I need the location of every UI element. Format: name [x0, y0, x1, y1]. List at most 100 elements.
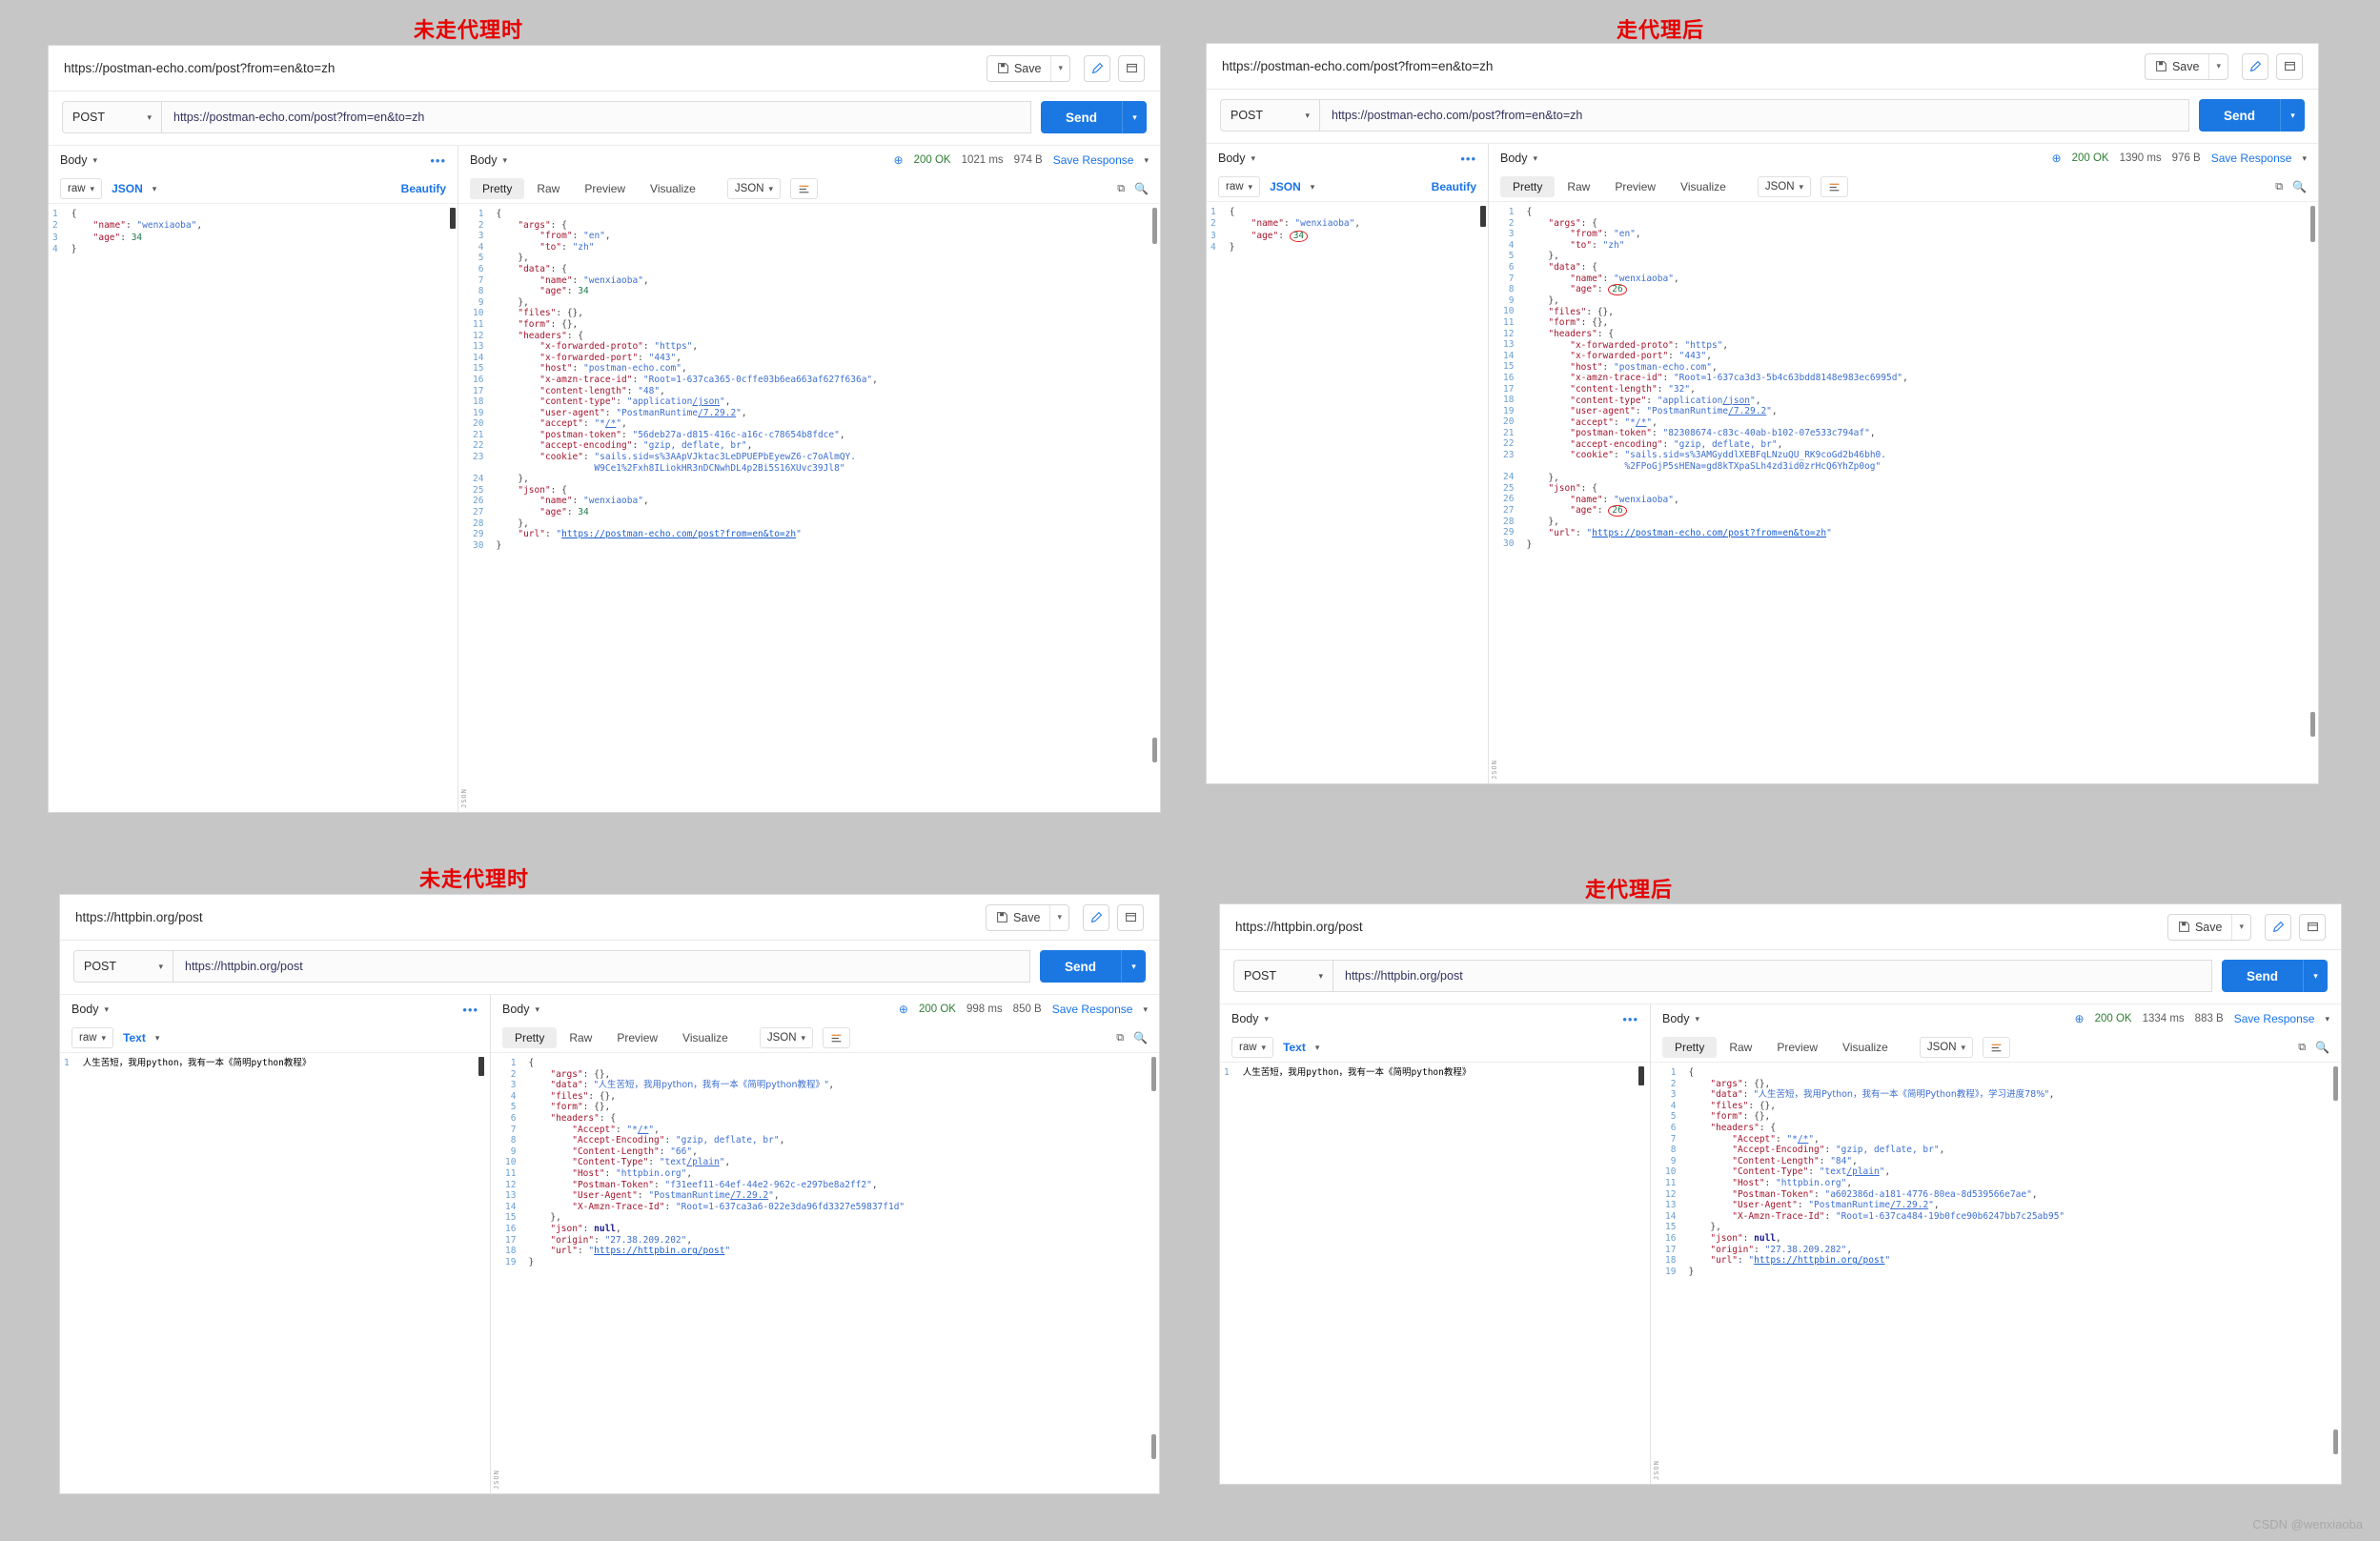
- body-format-select[interactable]: Text: [1283, 1041, 1306, 1054]
- tab-raw[interactable]: Raw: [1717, 1037, 1764, 1058]
- window-button[interactable]: [1118, 54, 1145, 82]
- tab-preview[interactable]: Preview: [1602, 176, 1668, 197]
- tab-pretty[interactable]: Pretty: [502, 1027, 558, 1048]
- body-format-select[interactable]: Text: [123, 1031, 146, 1044]
- send-dropdown-caret[interactable]: ▾: [2303, 960, 2328, 992]
- chevron-down-icon[interactable]: ▾: [536, 1004, 540, 1015]
- request-body-code[interactable]: 人生苦短，我用python，我有一本《简明python教程》: [75, 1053, 490, 1493]
- response-body-code[interactable]: { "args": { "from": "en", "to": "zh" }, …: [1520, 202, 2318, 783]
- request-body-tab[interactable]: Body: [71, 1003, 99, 1016]
- save-dropdown-caret[interactable]: ▾: [2209, 54, 2227, 79]
- send-button[interactable]: Send: [2221, 960, 2303, 992]
- chevron-down-icon[interactable]: ▾: [2325, 1014, 2329, 1024]
- ellipsis-icon[interactable]: •••: [1622, 1012, 1638, 1026]
- http-method-select[interactable]: POST ▾: [1233, 960, 1332, 992]
- save-button-group[interactable]: Save ▾: [985, 903, 1069, 931]
- response-body-code[interactable]: { "args": {}, "data": "人生苦短，我用python，我有一…: [522, 1053, 1159, 1493]
- response-scrollbar[interactable]: [2333, 1066, 2338, 1101]
- tab-preview[interactable]: Preview: [604, 1027, 670, 1048]
- chevron-down-icon[interactable]: ▾: [1143, 1004, 1148, 1015]
- chevron-down-icon[interactable]: ▾: [1315, 1043, 1320, 1053]
- http-method-select[interactable]: POST ▾: [1220, 99, 1319, 132]
- send-dropdown-caret[interactable]: ▾: [2280, 99, 2305, 132]
- request-body-tab[interactable]: Body: [60, 153, 88, 167]
- response-code-area[interactable]: JSON 1 2 3 4 5 6 7 8 9 10 11 12 13 14 15 16 17 18 19 20 21 22…: [458, 203, 1160, 812]
- save-button[interactable]: Save: [2146, 53, 2210, 79]
- save-response-button[interactable]: Save Response: [1053, 153, 1134, 167]
- response-body-code[interactable]: { "args": { "from": "en", "to": "zh" }, …: [490, 204, 1160, 812]
- request-body-tab[interactable]: Body: [1231, 1012, 1259, 1025]
- response-code-area[interactable]: JSON 1 2 3 4 5 6 7 8 9 10 11 12 13 14 15 16 17 18 19 { "ar…: [1651, 1062, 2341, 1484]
- ellipsis-icon[interactable]: •••: [462, 1003, 478, 1017]
- window-button[interactable]: [1117, 903, 1144, 931]
- tab-raw[interactable]: Raw: [557, 1027, 604, 1048]
- request-body-code[interactable]: { "name": "wenxiaoba", "age": 34 }: [64, 204, 458, 812]
- copy-button[interactable]: ⧉: [1116, 1032, 1124, 1044]
- pencil-button[interactable]: [1083, 903, 1109, 931]
- copy-button[interactable]: ⧉: [2275, 181, 2283, 193]
- url-input[interactable]: https://httpbin.org/post: [173, 950, 1030, 983]
- save-dropdown-caret[interactable]: ▾: [2232, 915, 2250, 940]
- save-button[interactable]: Save: [987, 904, 1051, 930]
- request-body-code[interactable]: { "name": "wenxiaoba", "age": 34 }: [1222, 202, 1488, 783]
- copy-button[interactable]: ⧉: [1117, 183, 1125, 195]
- save-dropdown-caret[interactable]: ▾: [1051, 56, 1069, 81]
- response-body-tab[interactable]: Body: [1662, 1012, 1690, 1025]
- tab-visualize[interactable]: Visualize: [1668, 176, 1739, 197]
- response-scrollbar-thumb[interactable]: [2333, 1429, 2338, 1454]
- save-button-group[interactable]: Save ▾: [986, 54, 1070, 82]
- chevron-down-icon[interactable]: ▾: [503, 155, 508, 166]
- raw-select[interactable]: raw ▾: [71, 1027, 114, 1048]
- wrap-lines-button[interactable]: [823, 1027, 851, 1048]
- request-editor[interactable]: 1234 { "name": "wenxiaoba", "age": 34 }: [1207, 201, 1488, 783]
- send-dropdown-caret[interactable]: ▾: [1122, 101, 1147, 133]
- tab-visualize[interactable]: Visualize: [1830, 1037, 1901, 1058]
- search-button[interactable]: 🔍: [1134, 182, 1149, 195]
- beautify-button[interactable]: Beautify: [401, 182, 446, 195]
- send-button[interactable]: Send: [1040, 101, 1122, 133]
- response-code-area[interactable]: JSON 1 2 3 4 5 6 7 8 9 10 11 12 13 14 15 16 17 18 19 { "ar…: [491, 1052, 1159, 1493]
- request-scrollbar[interactable]: [478, 1057, 484, 1076]
- response-scrollbar[interactable]: [2310, 206, 2315, 242]
- save-response-button[interactable]: Save Response: [1052, 1003, 1133, 1016]
- save-response-button[interactable]: Save Response: [2234, 1012, 2315, 1025]
- request-editor[interactable]: 1234 { "name": "wenxiaoba", "age": 34 }: [49, 203, 458, 812]
- chevron-down-icon[interactable]: ▾: [1251, 153, 1256, 164]
- chevron-down-icon[interactable]: ▾: [105, 1004, 110, 1015]
- wrap-lines-button[interactable]: [1821, 176, 1849, 197]
- response-format-select[interactable]: JSON ▾: [1757, 176, 1812, 197]
- send-button[interactable]: Send: [2198, 99, 2280, 132]
- chevron-down-icon[interactable]: ▾: [1144, 155, 1149, 166]
- response-scrollbar-thumb[interactable]: [2310, 712, 2315, 737]
- window-button[interactable]: [2299, 913, 2326, 941]
- chevron-down-icon[interactable]: ▾: [155, 1033, 160, 1044]
- tab-pretty[interactable]: Pretty: [1662, 1037, 1718, 1058]
- chevron-down-icon[interactable]: ▾: [1696, 1014, 1700, 1024]
- ellipsis-icon[interactable]: •••: [1460, 152, 1476, 166]
- url-input[interactable]: https://postman-echo.com/post?from=en&to…: [1319, 99, 2189, 132]
- save-dropdown-caret[interactable]: ▾: [1050, 905, 1068, 930]
- url-input[interactable]: https://postman-echo.com/post?from=en&to…: [161, 101, 1031, 133]
- response-format-select[interactable]: JSON ▾: [759, 1027, 814, 1048]
- response-body-tab[interactable]: Body: [470, 153, 498, 167]
- raw-select[interactable]: raw ▾: [1231, 1037, 1274, 1058]
- request-editor[interactable]: 1 人生苦短，我用python，我有一本《简明python教程》: [1220, 1062, 1650, 1484]
- body-format-select[interactable]: JSON: [112, 182, 143, 195]
- request-editor[interactable]: 1 人生苦短，我用python，我有一本《简明python教程》: [60, 1052, 490, 1493]
- response-format-select[interactable]: JSON ▾: [1919, 1037, 1974, 1058]
- ellipsis-icon[interactable]: •••: [430, 153, 446, 168]
- url-input[interactable]: https://httpbin.org/post: [1332, 960, 2212, 992]
- tab-raw[interactable]: Raw: [524, 178, 572, 199]
- save-button-group[interactable]: Save ▾: [2144, 52, 2228, 80]
- http-method-select[interactable]: POST ▾: [73, 950, 173, 983]
- response-format-select[interactable]: JSON ▾: [726, 178, 782, 199]
- copy-button[interactable]: ⧉: [2298, 1042, 2306, 1054]
- search-button[interactable]: 🔍: [2315, 1041, 2329, 1054]
- http-method-select[interactable]: POST ▾: [62, 101, 161, 133]
- search-button[interactable]: 🔍: [2292, 180, 2307, 193]
- response-scrollbar-thumb[interactable]: [1152, 738, 1157, 762]
- response-body-tab[interactable]: Body: [1500, 152, 1528, 165]
- request-body-code[interactable]: 人生苦短，我用python，我有一本《简明python教程》: [1235, 1063, 1650, 1484]
- tab-pretty[interactable]: Pretty: [1500, 176, 1556, 197]
- wrap-lines-button[interactable]: [1983, 1037, 2011, 1058]
